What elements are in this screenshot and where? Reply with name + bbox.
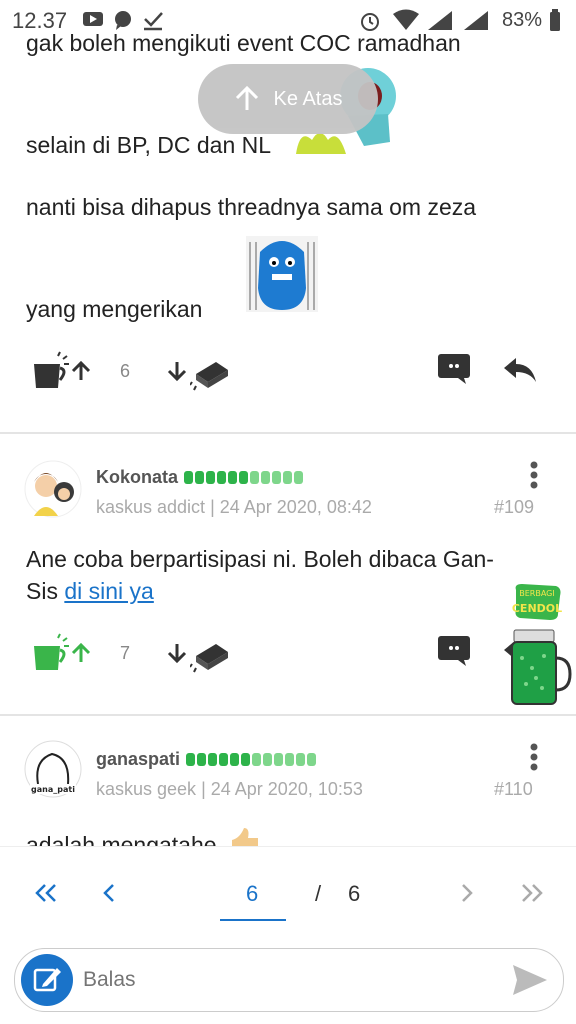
more-options-icon[interactable] <box>526 742 542 774</box>
post-text-prefix: Sis <box>26 578 58 604</box>
bata-brick-icon[interactable] <box>190 352 230 392</box>
upvote-icon[interactable] <box>70 360 92 382</box>
downvote-icon[interactable] <box>166 642 188 664</box>
page-separator: / <box>315 881 322 906</box>
wifi-icon <box>393 9 419 30</box>
cendol-cup-icon[interactable] <box>30 632 70 672</box>
post-text-line: selain di BP, DC dan NL <box>26 132 272 158</box>
more-options-icon[interactable] <box>526 460 542 492</box>
post-number[interactable]: #110 <box>494 779 533 800</box>
cendol-jar-icon[interactable] <box>508 628 572 706</box>
signal-1-icon <box>428 11 452 30</box>
user-meta: kaskus addict | 24 Apr 2020, 08:42 <box>96 497 372 517</box>
arrow-up-icon <box>235 86 258 110</box>
username[interactable]: ganaspati <box>96 749 180 770</box>
user-meta: kaskus geek | 24 Apr 2020, 10:53 <box>96 779 363 799</box>
post-timestamp: 24 Apr 2020, 10:53 <box>210 779 363 799</box>
user-rank: kaskus geek <box>96 779 197 799</box>
avatar[interactable]: gana_pati <box>24 740 82 798</box>
post-text-line: yang mengerikan <box>26 296 203 322</box>
battery-percent: 83% <box>501 9 542 31</box>
thread-link[interactable]: di sini ya <box>64 578 153 604</box>
berbagi-cendol-badge-icon[interactable]: BERBAGI CENDOL <box>512 582 562 622</box>
scroll-to-top-label: Ke Atas <box>273 87 343 110</box>
badge-text: BERBAGI <box>519 589 554 598</box>
battery-icon <box>550 9 560 31</box>
cendol-cup-icon[interactable] <box>30 350 70 390</box>
upvote-icon[interactable] <box>70 642 92 664</box>
chat-icon <box>115 11 131 30</box>
check-icon <box>144 12 163 31</box>
signal-2-icon <box>464 11 488 30</box>
reputation-bar <box>186 753 316 766</box>
username[interactable]: Kokonata <box>96 467 178 488</box>
avatar-text: gana_pati <box>31 785 75 794</box>
vote-count: 7 <box>120 643 131 663</box>
scared-monster-sticker-icon <box>246 236 318 312</box>
current-page-underline <box>220 919 286 921</box>
compose-icon[interactable] <box>21 954 73 1006</box>
user-rank: kaskus addict <box>96 497 206 517</box>
youtube-icon <box>83 12 103 26</box>
reply-icon[interactable] <box>502 354 538 384</box>
post-text-line: Sis di sini ya <box>26 578 154 605</box>
prev-page-icon[interactable] <box>102 883 116 903</box>
post-timestamp: 24 Apr 2020, 08:42 <box>219 497 372 517</box>
first-page-icon[interactable] <box>34 883 58 903</box>
post-divider <box>0 714 576 716</box>
bata-brick-icon[interactable] <box>190 634 230 674</box>
vote-count: 6 <box>120 361 131 381</box>
next-page-icon[interactable] <box>460 883 474 903</box>
last-page-icon[interactable] <box>520 883 544 903</box>
scroll-to-top-button[interactable]: Ke Atas <box>198 64 378 134</box>
post-divider <box>0 432 576 434</box>
reputation-bar <box>184 471 303 484</box>
send-icon[interactable] <box>511 963 549 997</box>
current-page[interactable]: 6 <box>246 881 258 907</box>
pagination-bar: 6 / 6 <box>0 846 576 937</box>
comment-icon[interactable] <box>436 352 472 384</box>
post-number[interactable]: #109 <box>494 497 534 518</box>
post-text-line: gak boleh mengikuti event COC ramadhan <box>26 30 461 56</box>
comment-icon[interactable] <box>436 634 472 666</box>
avatar[interactable] <box>24 460 82 518</box>
downvote-icon[interactable] <box>166 360 188 382</box>
badge-text: CENDOL <box>512 602 562 615</box>
post-text-line: Ane coba berpartisipasi ni. Boleh dibaca… <box>26 546 494 572</box>
post-text-line: nanti bisa dihapus threadnya sama om zez… <box>26 194 477 220</box>
total-pages: 6 <box>348 881 361 906</box>
reply-bar <box>14 948 564 1012</box>
reply-input[interactable] <box>81 961 485 999</box>
